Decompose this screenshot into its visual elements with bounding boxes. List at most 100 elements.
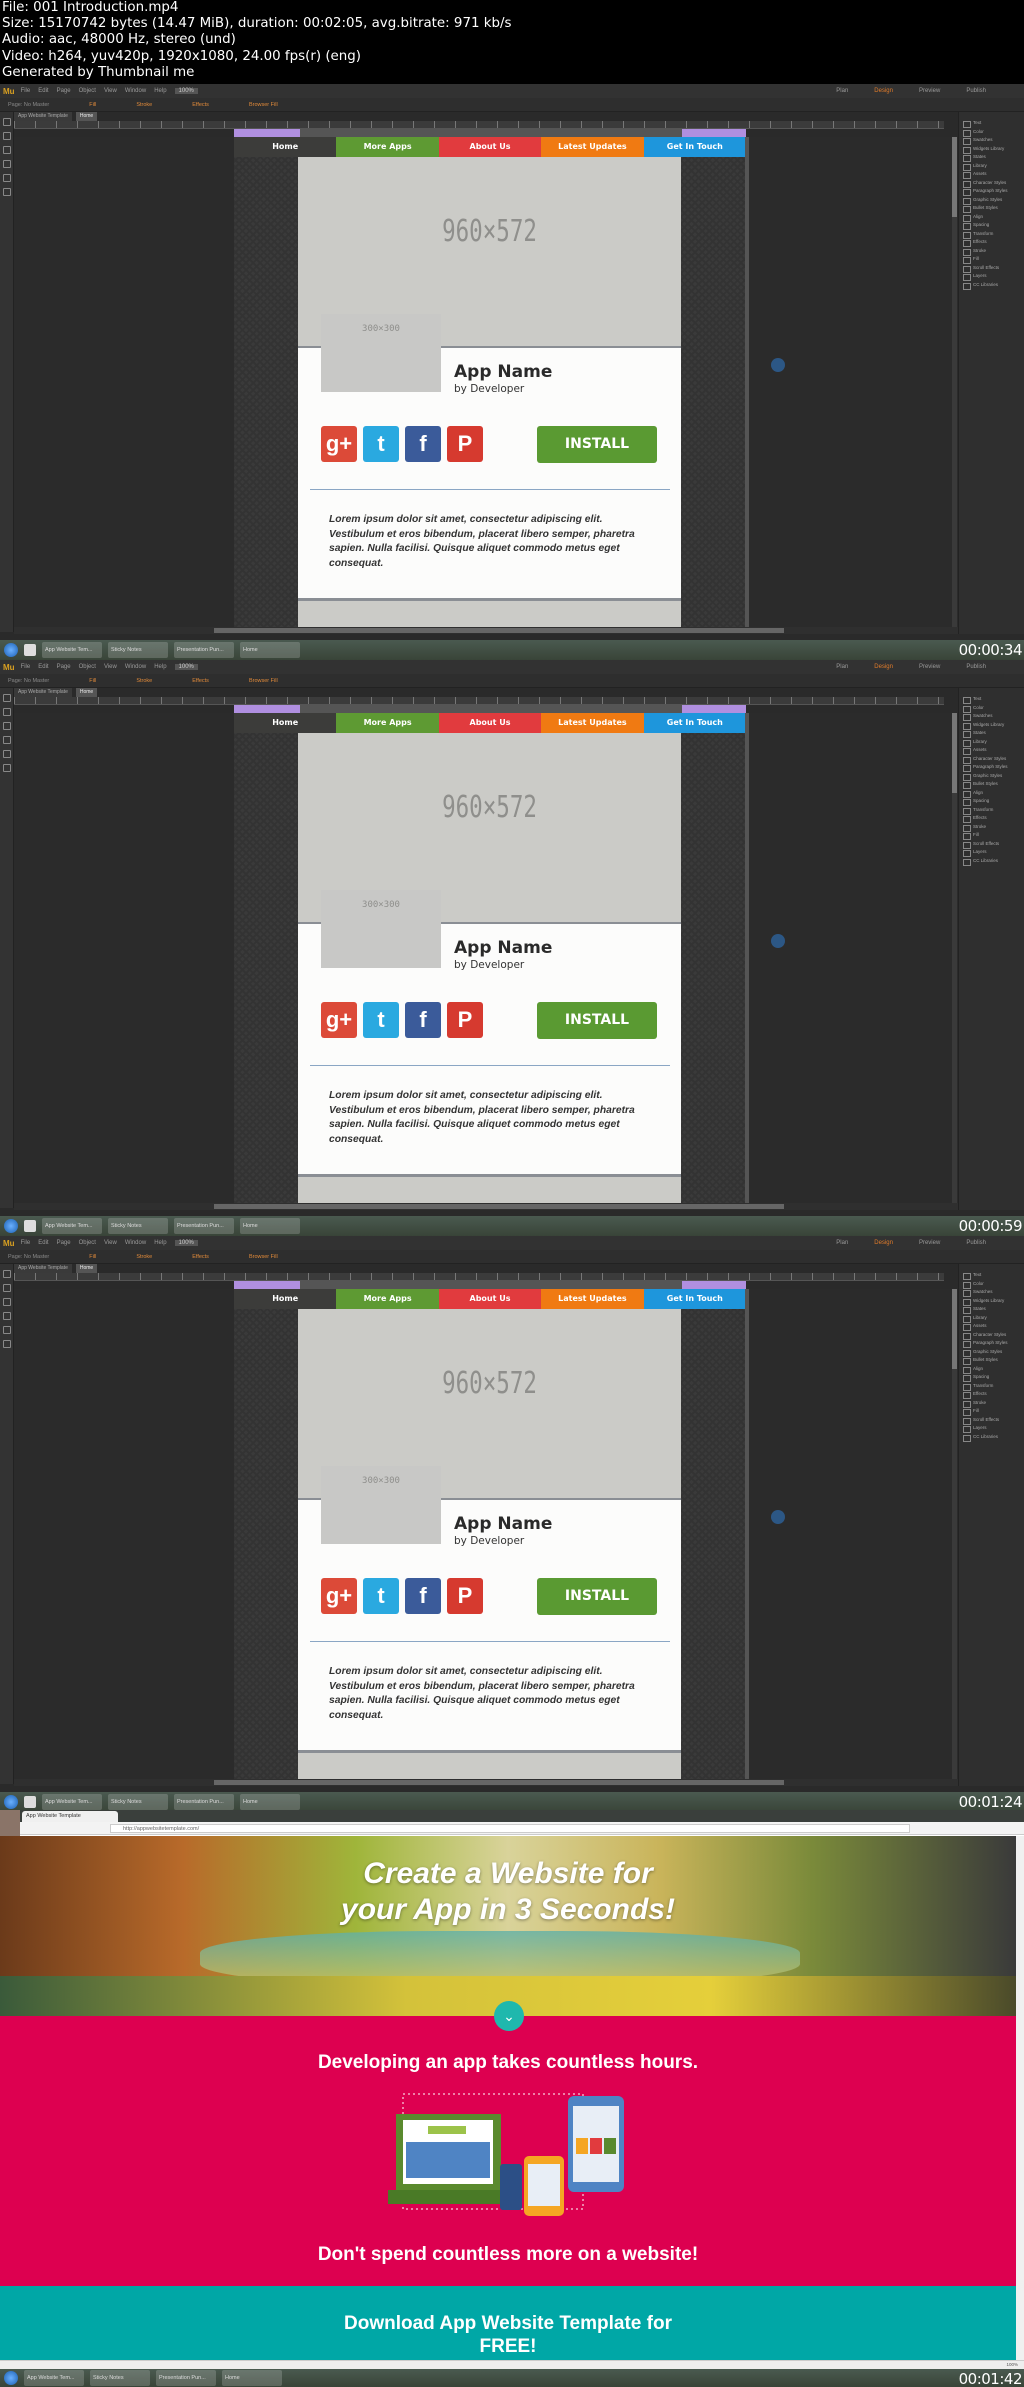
menu-item[interactable]: File xyxy=(21,664,31,670)
panel-item[interactable]: Library xyxy=(959,739,1024,748)
panel-item[interactable]: Graphic Styles xyxy=(959,773,1024,782)
mode-publish[interactable]: Publish xyxy=(966,664,986,670)
taskbar-app[interactable]: Presentation Pun... xyxy=(174,1218,234,1234)
taskbar-app[interactable]: Sticky Notes xyxy=(90,2370,150,2386)
mode-preview[interactable]: Preview xyxy=(919,88,940,94)
tool-icon[interactable] xyxy=(3,1340,11,1348)
vertical-scrollbar[interactable] xyxy=(952,713,957,1203)
panel-item[interactable]: Bullet Styles xyxy=(959,1357,1024,1366)
page-resize-handle[interactable] xyxy=(745,137,749,627)
panel-item[interactable]: Color xyxy=(959,129,1024,138)
nav-item[interactable]: About Us xyxy=(438,713,542,733)
install-button[interactable]: INSTALL xyxy=(537,1578,657,1615)
menu-item[interactable]: Window xyxy=(125,1240,146,1246)
mode-design[interactable]: Design xyxy=(874,88,893,94)
panel-item[interactable]: CC Libraries xyxy=(959,282,1024,291)
tool-icon[interactable] xyxy=(3,764,11,772)
panel-item[interactable]: Fill xyxy=(959,1408,1024,1417)
vertical-scrollbar[interactable] xyxy=(952,137,957,627)
mode-design[interactable]: Design xyxy=(874,1240,893,1246)
mode-plan[interactable]: Plan xyxy=(836,88,848,94)
mode-preview[interactable]: Preview xyxy=(919,664,940,670)
panel-item[interactable]: Library xyxy=(959,1315,1024,1324)
avatar[interactable] xyxy=(0,1810,20,1836)
nav-item[interactable]: Latest Updates xyxy=(541,137,644,157)
twitter-icon[interactable]: t xyxy=(363,1002,399,1038)
panel-item[interactable]: Character Styles xyxy=(959,1332,1024,1341)
browser-scrollbar[interactable] xyxy=(1016,1836,1024,2360)
explorer-icon[interactable] xyxy=(24,644,36,656)
panel-item[interactable]: Swatches xyxy=(959,1289,1024,1298)
facebook-icon[interactable]: f xyxy=(405,426,441,462)
control-label[interactable]: Page: No Master xyxy=(8,678,49,684)
zoom-select[interactable]: 100% xyxy=(174,1240,198,1246)
description-text[interactable]: Lorem ipsum dolor sit amet, consectetur … xyxy=(329,513,649,571)
control-label[interactable]: Fill xyxy=(89,1254,96,1260)
tool-icon[interactable] xyxy=(3,694,11,702)
taskbar-app[interactable]: App Website Tem... xyxy=(24,2370,84,2386)
scroll-down-button[interactable]: ⌄ xyxy=(494,2001,524,2031)
taskbar-app[interactable]: App Website Tem... xyxy=(42,1794,102,1810)
panel-item[interactable]: Paragraph Styles xyxy=(959,1340,1024,1349)
panel-item[interactable]: Character Styles xyxy=(959,756,1024,765)
panel-item[interactable]: States xyxy=(959,1306,1024,1315)
panel-item[interactable]: Paragraph Styles xyxy=(959,764,1024,773)
panel-item[interactable]: Effects xyxy=(959,239,1024,248)
nav-item[interactable]: More Apps xyxy=(336,713,439,733)
nav-item[interactable]: Home xyxy=(234,1289,337,1309)
tool-icon[interactable] xyxy=(3,132,11,140)
pinterest-icon[interactable]: P xyxy=(447,1578,483,1614)
mode-preview[interactable]: Preview xyxy=(919,1240,940,1246)
facebook-icon[interactable]: f xyxy=(405,1578,441,1614)
menu-item[interactable]: Help xyxy=(154,1240,166,1246)
panel-item[interactable]: Stroke xyxy=(959,248,1024,257)
control-label[interactable]: Fill xyxy=(89,102,96,108)
twitter-icon[interactable]: t xyxy=(363,1578,399,1614)
start-button[interactable] xyxy=(4,1795,18,1809)
control-label[interactable]: Page: No Master xyxy=(8,1254,49,1260)
app-icon-placeholder[interactable]: 300×300 xyxy=(321,1466,441,1544)
nav-item[interactable]: About Us xyxy=(438,1289,542,1309)
menu-item[interactable]: Page xyxy=(57,88,71,94)
panel-item[interactable]: Graphic Styles xyxy=(959,1349,1024,1358)
panel-item[interactable]: Align xyxy=(959,1366,1024,1375)
google-plus-icon[interactable]: g+ xyxy=(321,1002,357,1038)
panel-item[interactable]: Swatches xyxy=(959,137,1024,146)
menu-item[interactable]: Help xyxy=(154,88,166,94)
nav-item[interactable]: Home xyxy=(234,137,337,157)
description-text[interactable]: Lorem ipsum dolor sit amet, consectetur … xyxy=(329,1665,649,1723)
menu-item[interactable]: Object xyxy=(79,88,96,94)
description-text[interactable]: Lorem ipsum dolor sit amet, consectetur … xyxy=(329,1089,649,1147)
tool-icon[interactable] xyxy=(3,722,11,730)
panel-item[interactable]: Scroll Effects xyxy=(959,841,1024,850)
url-input[interactable]: http://appwebsitetemplate.com/ xyxy=(110,1824,910,1833)
panel-item[interactable]: Transform xyxy=(959,807,1024,816)
vertical-scrollbar[interactable] xyxy=(952,1289,957,1779)
menu-item[interactable]: View xyxy=(104,1240,117,1246)
taskbar-app[interactable]: Presentation Pun... xyxy=(174,642,234,658)
breakpoint-bar[interactable] xyxy=(234,1281,746,1289)
panel-item[interactable]: Paragraph Styles xyxy=(959,188,1024,197)
app-name[interactable]: App Name xyxy=(454,362,552,382)
taskbar-app[interactable]: Home xyxy=(222,2370,282,2386)
panel-item[interactable]: Text xyxy=(959,696,1024,705)
start-button[interactable] xyxy=(4,2371,18,2385)
panel-item[interactable]: States xyxy=(959,730,1024,739)
panel-item[interactable]: Widgets Library xyxy=(959,722,1024,731)
taskbar-app[interactable]: Home xyxy=(240,1218,300,1234)
taskbar-app[interactable]: App Website Tem... xyxy=(42,642,102,658)
menu-item[interactable]: File xyxy=(21,1240,31,1246)
document-tab[interactable]: App Website Template xyxy=(14,1264,72,1273)
document-tab[interactable]: App Website Template xyxy=(14,688,72,697)
taskbar-app[interactable]: App Website Tem... xyxy=(42,1218,102,1234)
menu-item[interactable]: Window xyxy=(125,664,146,670)
zoom-level[interactable]: 100% xyxy=(1006,2362,1018,2367)
install-button[interactable]: INSTALL xyxy=(537,1002,657,1039)
browser-tab[interactable]: App Website Template xyxy=(22,1811,118,1822)
nav-item[interactable]: Latest Updates xyxy=(541,713,644,733)
panel-item[interactable]: Swatches xyxy=(959,713,1024,722)
control-label[interactable]: Stroke xyxy=(136,678,152,684)
panel-item[interactable]: Transform xyxy=(959,1383,1024,1392)
control-label[interactable]: Page: No Master xyxy=(8,102,49,108)
facebook-icon[interactable]: f xyxy=(405,1002,441,1038)
